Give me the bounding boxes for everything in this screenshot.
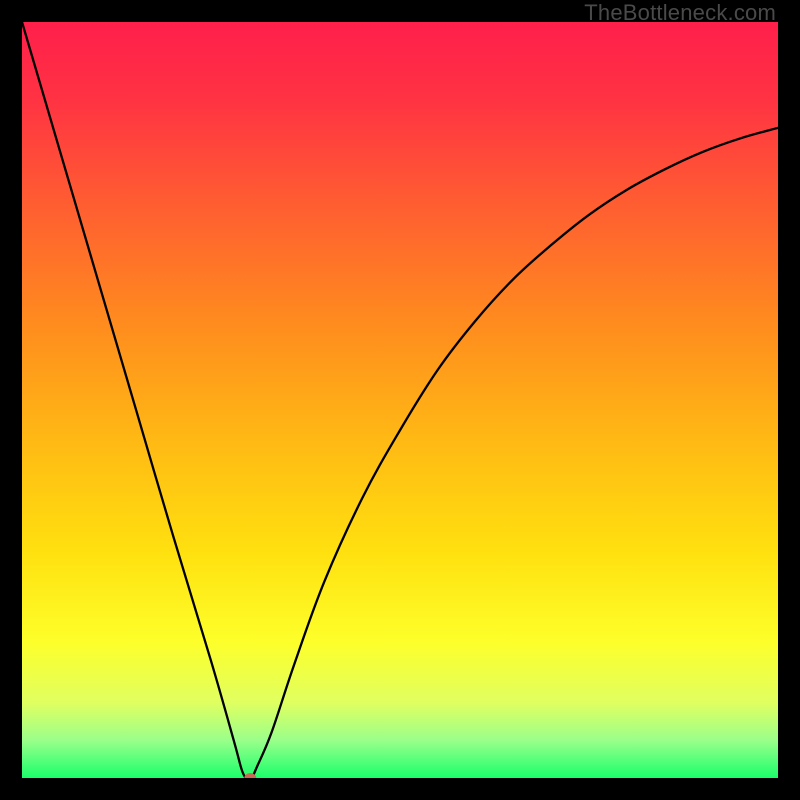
curve-right-branch <box>253 128 778 777</box>
curve-left-branch <box>22 22 245 777</box>
plot-area <box>22 22 778 778</box>
outer-frame: TheBottleneck.com <box>0 0 800 800</box>
bottleneck-curve <box>22 22 778 778</box>
watermark-text: TheBottleneck.com <box>584 0 776 26</box>
